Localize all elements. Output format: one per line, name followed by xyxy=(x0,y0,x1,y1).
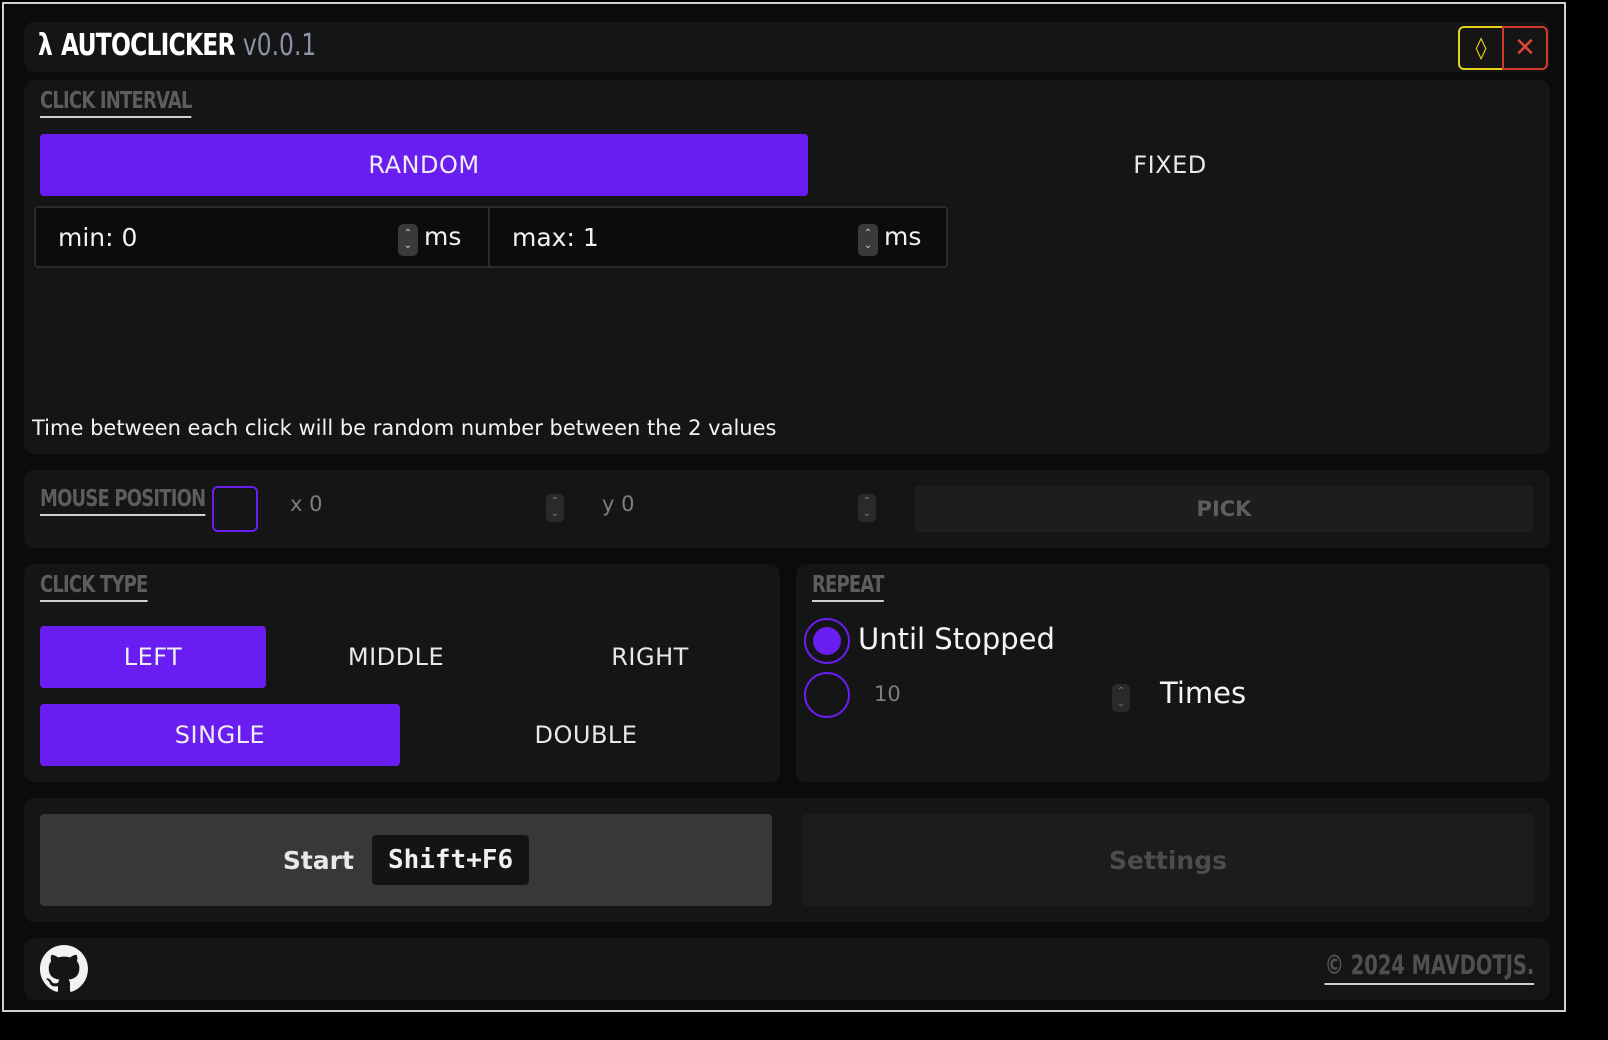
interval-range-fields: min: 0 ⌃ ⌄ ms max: 1 ⌃ ⌄ ms xyxy=(34,206,948,268)
repeat-times-stepper[interactable]: ⌃ ⌄ xyxy=(1112,684,1130,712)
interval-fixed-button[interactable]: FIXED xyxy=(804,134,1536,196)
until-stopped-radio[interactable] xyxy=(804,618,850,664)
app-version: v0.0.1 xyxy=(242,28,317,63)
pick-position-button[interactable]: PICK xyxy=(914,486,1534,532)
repeat-panel: REPEAT Until Stopped 10 ⌃ ⌄ Times xyxy=(796,564,1550,782)
interval-description: Time between each click will be random n… xyxy=(32,416,777,440)
start-hotkey-badge: Shift+F6 xyxy=(371,835,530,885)
min-interval-unit: ms xyxy=(424,222,462,251)
min-interval-stepper[interactable]: ⌃ ⌄ xyxy=(398,224,418,256)
always-on-top-button[interactable]: ◊ xyxy=(1458,26,1504,70)
title-bar[interactable]: λ AUTOCLICKER v0.0.1 ◊ ✕ xyxy=(24,22,1550,72)
start-button[interactable]: Start Shift+F6 xyxy=(40,814,772,906)
click-interval-heading: CLICK INTERVAL xyxy=(40,88,192,118)
repeat-times-label: Times xyxy=(1160,676,1247,710)
actions-panel: Start Shift+F6 Settings xyxy=(24,798,1550,922)
left-click-button[interactable]: LEFT xyxy=(40,626,266,688)
click-interval-panel: CLICK INTERVAL RANDOM FIXED min: 0 ⌃ ⌄ ms… xyxy=(24,80,1550,454)
footer: © 2024 MAVDOTJS. xyxy=(24,938,1550,1000)
radio-selected-dot xyxy=(813,627,841,655)
app-name: AUTOCLICKER xyxy=(60,28,236,63)
max-interval-stepper[interactable]: ⌃ ⌄ xyxy=(858,224,878,256)
diamond-icon: ◊ xyxy=(1475,35,1487,61)
y-position-stepper[interactable]: ⌃ ⌄ xyxy=(858,494,876,522)
until-stopped-label[interactable]: Until Stopped xyxy=(858,622,1055,656)
app-title: λ AUTOCLICKER v0.0.1 xyxy=(38,28,316,63)
repeat-times-input[interactable]: 10 xyxy=(874,682,901,706)
interval-random-button[interactable]: RANDOM xyxy=(40,134,808,196)
max-interval-unit: ms xyxy=(884,222,922,251)
mouse-position-heading: MOUSE POSITION xyxy=(40,486,206,516)
repeat-heading: REPEAT xyxy=(812,572,884,602)
lambda-logo-icon: λ xyxy=(38,28,53,63)
single-click-button[interactable]: SINGLE xyxy=(40,704,400,766)
double-click-button[interactable]: DOUBLE xyxy=(406,704,766,766)
app-window: λ AUTOCLICKER v0.0.1 ◊ ✕ CLICK INTERVAL … xyxy=(2,2,1566,1012)
mouse-position-panel: MOUSE POSITION x 0 ⌃ ⌄ y 0 ⌃ ⌄ PICK xyxy=(24,470,1550,548)
repeat-times-radio[interactable] xyxy=(804,672,850,718)
max-interval-input[interactable]: max: 1 xyxy=(512,208,852,266)
min-interval-input[interactable]: min: 0 xyxy=(58,208,398,266)
click-type-panel: CLICK TYPE LEFT MIDDLE RIGHT SINGLE DOUB… xyxy=(24,564,780,782)
range-divider xyxy=(488,208,490,266)
github-icon[interactable] xyxy=(40,945,88,993)
y-position-input[interactable]: y 0 xyxy=(602,492,634,516)
start-label: Start xyxy=(282,845,354,875)
settings-button[interactable]: Settings xyxy=(802,814,1534,906)
close-button[interactable]: ✕ xyxy=(1502,26,1548,70)
x-position-input[interactable]: x 0 xyxy=(290,492,322,516)
close-icon: ✕ xyxy=(1514,33,1536,63)
middle-click-button[interactable]: MIDDLE xyxy=(276,626,516,688)
x-position-stepper[interactable]: ⌃ ⌄ xyxy=(546,494,564,522)
mouse-position-checkbox[interactable] xyxy=(212,486,258,532)
copyright-link[interactable]: © 2024 MAVDOTJS. xyxy=(1324,950,1534,985)
click-type-heading: CLICK TYPE xyxy=(40,572,148,602)
right-click-button[interactable]: RIGHT xyxy=(530,626,770,688)
